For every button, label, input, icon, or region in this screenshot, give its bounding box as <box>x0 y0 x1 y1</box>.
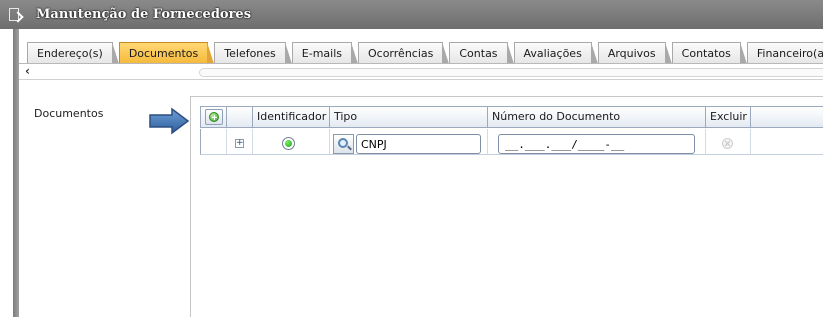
column-header-identificador[interactable]: Identificador <box>253 107 330 127</box>
delete-row-icon[interactable] <box>722 138 733 149</box>
tab-documentos[interactable]: Documentos <box>118 42 215 64</box>
header-expand-cell <box>227 107 253 127</box>
tipo-lookup-button[interactable] <box>333 134 354 154</box>
pointer-arrow-icon <box>149 107 190 135</box>
tab-emails[interactable]: E-mails <box>291 42 359 64</box>
title-bar: Manutenção de Fornecedores <box>0 0 823 29</box>
tab-financeiro[interactable]: Financeiro(a) <box>746 42 823 64</box>
tab-scrollbar[interactable] <box>199 68 823 77</box>
grid-header: Identificador Tipo Número do Documento E… <box>200 106 823 128</box>
tab-ocorrencias[interactable]: Ocorrências <box>358 42 450 64</box>
plus-icon <box>209 112 219 122</box>
tipo-field[interactable] <box>356 134 481 154</box>
tab-scroller: ‹ <box>19 64 823 80</box>
column-header-excluir[interactable]: Excluir <box>706 107 751 127</box>
section-label: Documentos <box>34 107 104 120</box>
column-header-numero[interactable]: Número do Documento <box>488 107 706 127</box>
tab-enderecos[interactable]: Endereço(s) <box>27 42 119 64</box>
scroll-left-icon[interactable]: ‹ <box>25 64 30 79</box>
add-document-button[interactable] <box>205 109 223 125</box>
identificador-radio[interactable] <box>282 137 295 150</box>
window-title: Manutenção de Fornecedores <box>36 7 252 22</box>
expand-row-button[interactable]: + <box>235 139 244 148</box>
tab-contatos[interactable]: Contatos <box>671 42 748 64</box>
tab-contas[interactable]: Contas <box>449 42 514 64</box>
numero-documento-field[interactable] <box>498 134 695 154</box>
tab-bar: Endereço(s) Documentos Telefones E-mails… <box>19 29 823 67</box>
window-exit-icon[interactable] <box>8 7 24 23</box>
tab-avaliacoes[interactable]: Avaliações <box>513 42 599 64</box>
column-header-tipo[interactable]: Tipo <box>330 107 488 127</box>
tab-arquivos[interactable]: Arquivos <box>597 42 672 64</box>
tab-telefones[interactable]: Telefones <box>214 42 292 64</box>
